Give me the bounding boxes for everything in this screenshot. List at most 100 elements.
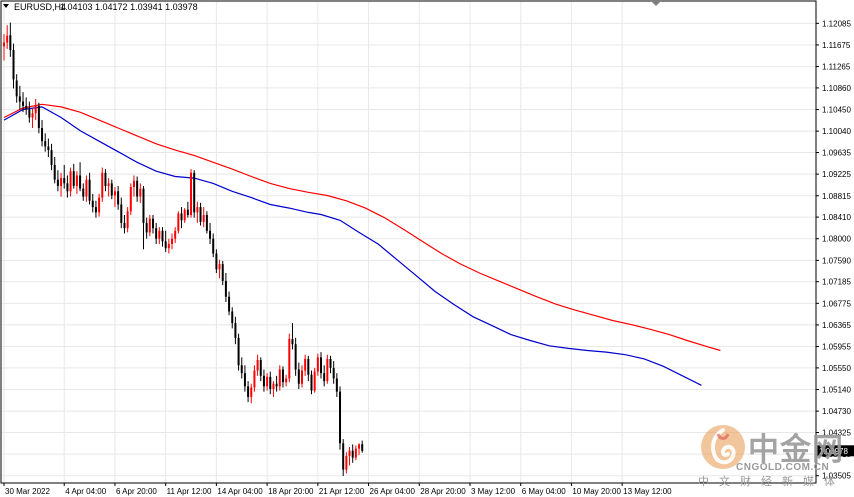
candle-body	[117, 191, 120, 205]
candle-body	[332, 367, 335, 379]
time-tick-label: 6 Apr 20:00	[116, 487, 157, 496]
candle-body	[3, 42, 5, 47]
candle	[202, 207, 205, 228]
candle-body	[174, 230, 177, 239]
candle-body	[209, 230, 212, 239]
chart-symbol-label: EURUSD,H4	[14, 2, 66, 12]
price-tick-label: 1.11675	[822, 41, 851, 50]
candle	[218, 259, 221, 279]
candle	[177, 211, 180, 234]
candle	[291, 323, 294, 350]
candle-body	[212, 238, 215, 254]
candle	[155, 222, 158, 244]
candle-body	[342, 443, 345, 470]
candle-body	[12, 49, 15, 80]
chart-shift-marker-icon[interactable]	[651, 1, 661, 6]
candle	[183, 208, 186, 223]
candle	[132, 175, 135, 197]
candle-body	[335, 378, 338, 392]
candle	[253, 365, 256, 392]
candle	[272, 381, 275, 397]
candle-body	[186, 209, 189, 215]
candle	[167, 238, 170, 254]
candle-body	[66, 183, 69, 192]
candle	[9, 22, 12, 57]
price-chart[interactable]: 1.12085 1.11675 1.11265 1.10860 1.10450 1.100…	[0, 0, 854, 497]
candle-body	[104, 172, 107, 186]
candle-body	[190, 172, 193, 215]
candle-body	[69, 171, 72, 192]
candle	[41, 120, 44, 147]
candle	[354, 445, 357, 461]
candle-body	[237, 337, 240, 366]
candle	[72, 163, 75, 189]
candle	[56, 170, 59, 192]
current-price-tag: 1.03978	[817, 445, 854, 457]
candle	[247, 381, 250, 403]
candle-body	[193, 172, 196, 213]
candle-body	[199, 207, 202, 222]
candle	[66, 175, 69, 198]
candle	[316, 353, 319, 376]
candle	[259, 357, 262, 382]
candle	[250, 383, 253, 404]
candle-body	[28, 109, 31, 118]
candle	[12, 43, 15, 89]
candles	[3, 22, 364, 476]
candle-body	[294, 344, 297, 370]
candle	[266, 373, 269, 391]
candle-body	[145, 222, 148, 233]
candle	[332, 361, 335, 384]
candle	[228, 291, 231, 316]
candle	[164, 230, 167, 252]
candle-body	[272, 383, 275, 389]
candle	[237, 333, 240, 371]
candle-body	[240, 365, 243, 374]
candle-body	[262, 375, 265, 387]
candle-body	[50, 150, 53, 165]
candle-body	[224, 280, 227, 297]
candle	[351, 444, 354, 463]
candle-body	[205, 215, 208, 231]
candle	[18, 85, 21, 110]
candle	[91, 193, 94, 213]
candle-body	[177, 213, 180, 231]
time-axis[interactable]: 30 Mar 2022 4 Apr 04:00 6 Apr 20:00 11 Apr …	[3, 483, 672, 496]
price-tick-label: 1.04730	[822, 407, 851, 416]
candle	[224, 273, 227, 302]
candle	[158, 227, 161, 244]
candle-body	[339, 391, 342, 444]
candle-body	[101, 172, 104, 198]
price-tick-label: 1.04325	[822, 429, 851, 438]
candle-body	[60, 178, 63, 186]
candle	[75, 171, 78, 194]
candle	[145, 217, 148, 239]
candle-body	[310, 374, 313, 391]
candle	[180, 207, 183, 229]
time-tick-label: 10 May 20:00	[572, 487, 621, 496]
candle-body	[9, 35, 12, 50]
candle-body	[221, 264, 224, 281]
candle	[294, 337, 297, 376]
candle-body	[126, 211, 129, 229]
chart-ohlc-readout: 1.04103 1.04172 1.03941 1.03978	[60, 2, 198, 12]
candle	[310, 370, 313, 395]
time-tick-label: 3 May 12:00	[471, 487, 516, 496]
candle-body	[231, 311, 234, 324]
candle	[281, 366, 284, 388]
price-tick-label: 1.07185	[822, 278, 851, 287]
candle	[326, 354, 329, 384]
candle-body	[291, 338, 294, 345]
candle	[348, 447, 351, 466]
candle-body	[354, 448, 357, 458]
candle	[171, 233, 174, 250]
candle-body	[148, 218, 151, 233]
grid-lines	[1, 1, 816, 483]
candle	[205, 211, 208, 234]
candle-body	[25, 105, 28, 110]
price-axis[interactable]: 1.12085 1.11675 1.11265 1.10860 1.10450 1.100…	[816, 19, 851, 481]
candle	[44, 133, 47, 152]
candle-body	[34, 105, 37, 114]
candle	[110, 179, 113, 200]
candle	[161, 227, 164, 247]
